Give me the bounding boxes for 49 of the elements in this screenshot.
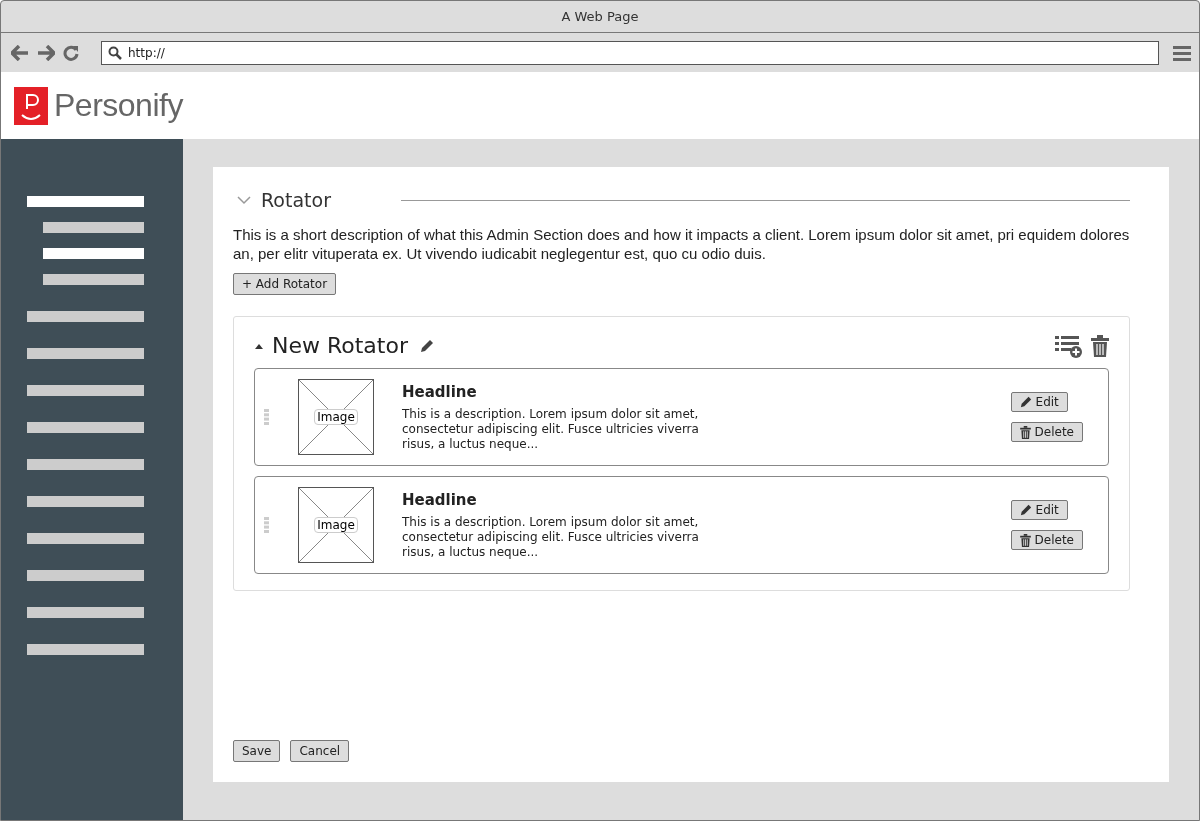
reload-icon[interactable] [63, 44, 79, 61]
form-button[interactable]: Save [233, 740, 281, 762]
nav-item[interactable] [27, 570, 144, 581]
pencil-icon [1019, 504, 1032, 516]
delete-button[interactable]: Delete [1010, 530, 1083, 550]
trash-icon[interactable] [1091, 334, 1109, 357]
nav-item[interactable] [27, 422, 144, 433]
slide-description: This is a description. Lorem ipsum dolor sit amet, consectetur adipiscing elit. Fusce ultricies viverra risus, a luctus neque... [402, 514, 700, 560]
nav-item[interactable] [27, 385, 144, 396]
address-field[interactable]: http:// [101, 40, 1159, 65]
nav-subitem[interactable] [43, 222, 144, 233]
nav-item[interactable] [27, 496, 144, 507]
nav-item[interactable] [27, 533, 144, 544]
forward-icon[interactable] [37, 44, 55, 61]
nav-item[interactable] [27, 348, 144, 359]
delete-button[interactable]: Delete [1010, 422, 1083, 442]
form-button[interactable]: Cancel [290, 740, 350, 762]
pencil-icon[interactable] [420, 338, 434, 353]
edit-button[interactable]: Edit [1010, 392, 1068, 412]
nav-item[interactable] [27, 607, 144, 618]
back-icon[interactable] [11, 44, 29, 61]
nav-subitem[interactable] [43, 274, 144, 285]
nav-item[interactable] [27, 644, 144, 655]
logo-text: Personify [54, 87, 183, 124]
nav-item[interactable] [27, 459, 144, 470]
trash-icon [1019, 533, 1031, 547]
edit-button[interactable]: Edit [1010, 500, 1068, 520]
image-label: Image [314, 409, 358, 425]
trash-icon [1019, 425, 1031, 439]
section-title: Rotator [261, 189, 331, 211]
pencil-icon [1019, 396, 1032, 408]
add-list-icon[interactable] [1055, 333, 1083, 358]
chevron-icon[interactable] [237, 195, 251, 205]
nav-item[interactable] [27, 311, 144, 322]
nav-subitem[interactable] [43, 248, 144, 259]
slide-description: This is a description. Lorem ipsum dolor sit amet, consectetur adipiscing elit. Fusce ultricies viverra risus, a luctus neque... [402, 406, 700, 452]
logo-icon [14, 86, 48, 125]
menu-icon[interactable] [1173, 44, 1191, 61]
drag-handle-icon[interactable] [264, 409, 269, 425]
nav-item[interactable] [27, 196, 144, 207]
slide-headline: Headline [402, 490, 478, 509]
drag-handle-icon[interactable] [264, 517, 269, 533]
rotator-title: New Rotator [272, 333, 408, 358]
search-icon [108, 45, 122, 60]
image-label: Image [314, 517, 358, 533]
add-rotator-button[interactable]: + Add Rotator [233, 273, 337, 295]
slide-headline: Headline [402, 382, 478, 401]
section-description: This is a short description of what this Admin Section does and how it impacts a client. Lorem ipsum dolor sit amet, pri equidem dolores an, per elitr vituperata ex. Ut vivendo iudicabit neglegentur est, quo cu odio duis. [233, 225, 1130, 263]
window-title: A Web Page [561, 9, 639, 24]
